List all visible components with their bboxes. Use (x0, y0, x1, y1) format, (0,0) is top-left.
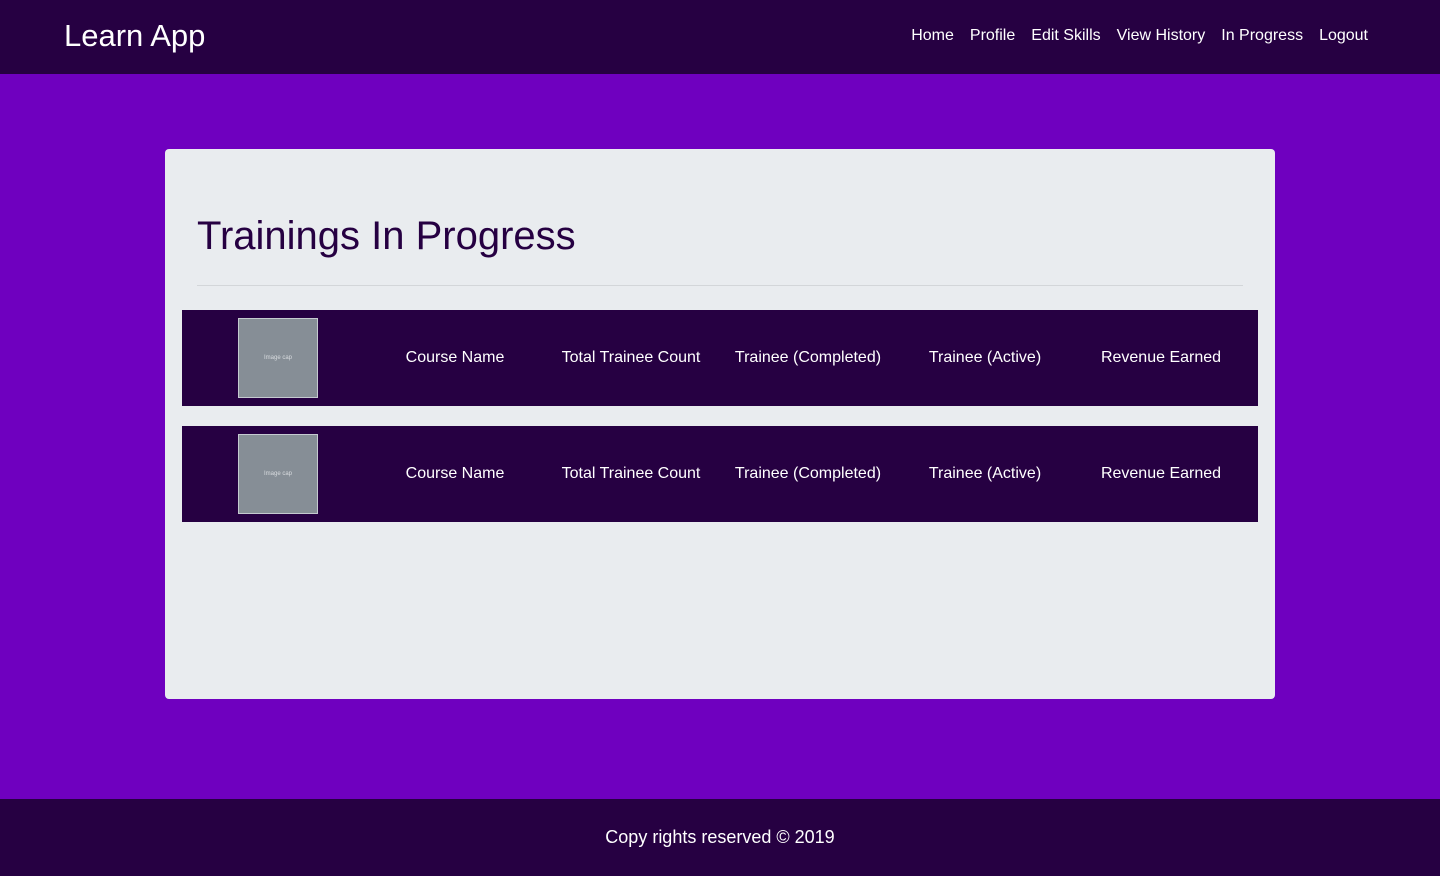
trainee-completed: Trainee (Completed) (734, 465, 882, 482)
copyright-text: Copy rights reserved © 2019 (605, 827, 835, 847)
revenue-earned: Revenue Earned (1100, 465, 1222, 482)
trainee-completed: Trainee (Completed) (734, 349, 882, 366)
total-trainee-count: Total Trainee Count (561, 349, 701, 366)
revenue-earned: Revenue Earned (1100, 349, 1222, 366)
course-name: Course Name (405, 349, 505, 366)
trainee-active: Trainee (Active) (928, 465, 1042, 482)
nav-edit-skills-link[interactable]: Edit Skills (1023, 24, 1108, 48)
course-image: Image cap (238, 434, 318, 514)
page-title: Trainings In Progress (197, 214, 576, 258)
navbar: Learn App Home Profile Edit Skills View … (0, 0, 1440, 74)
footer: Copy rights reserved © 2019 (0, 799, 1440, 876)
nav-links: Home Profile Edit Skills View History In… (903, 24, 1376, 48)
nav-home-link[interactable]: Home (903, 24, 962, 48)
trainings-card: Trainings In Progress Image cap Course N… (165, 149, 1275, 699)
trainee-active: Trainee (Active) (928, 349, 1042, 366)
total-trainee-count: Total Trainee Count (561, 465, 701, 482)
nav-in-progress-link[interactable]: In Progress (1213, 24, 1311, 48)
image-caption: Image cap (263, 471, 293, 477)
course-image: Image cap (238, 318, 318, 398)
image-caption: Image cap (263, 355, 293, 361)
training-row[interactable]: Image cap Course Name Total Trainee Coun… (182, 426, 1258, 522)
training-row[interactable]: Image cap Course Name Total Trainee Coun… (182, 310, 1258, 406)
brand-logo[interactable]: Learn App (64, 16, 205, 56)
course-name: Course Name (405, 465, 505, 482)
nav-view-history-link[interactable]: View History (1109, 24, 1214, 48)
nav-logout-link[interactable]: Logout (1311, 24, 1376, 48)
divider (197, 285, 1243, 286)
nav-profile-link[interactable]: Profile (962, 24, 1023, 48)
